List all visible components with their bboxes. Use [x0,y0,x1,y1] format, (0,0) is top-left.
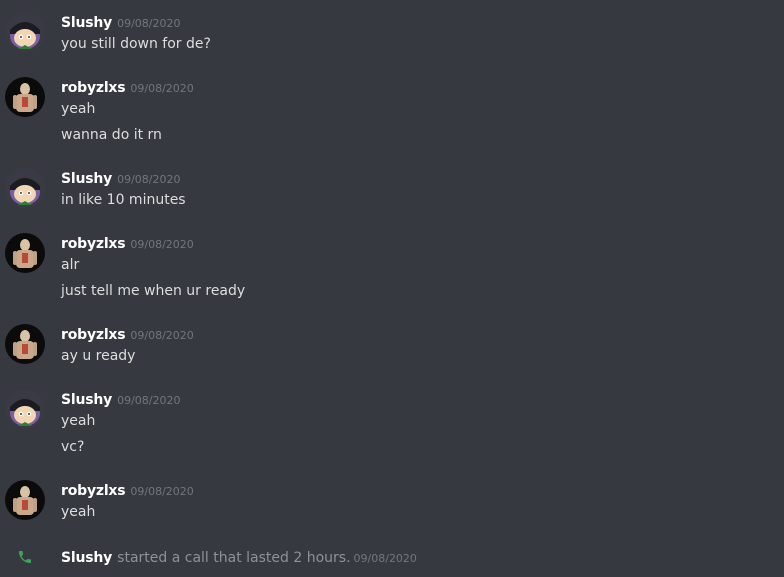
slushy-avatar[interactable] [5,389,45,429]
message-timestamp[interactable]: 09/08/2020 [117,17,180,30]
slushy-avatar-image [5,12,45,52]
username[interactable]: robyzlxs [61,327,126,343]
robyzlxs-avatar[interactable] [5,480,45,520]
message-header: Slushy 09/08/2020 [61,11,180,35]
message-header: Slushy 09/08/2020 [61,388,180,412]
message-header: robyzlxs 09/08/2020 [61,76,194,100]
message-text: just tell me when ur ready [61,283,246,299]
message-text: ay u ready [61,348,136,364]
message-text: yeah [61,101,96,117]
username[interactable]: Slushy [61,392,112,408]
username[interactable]: Slushy [61,550,112,566]
message-timestamp[interactable]: 09/08/2020 [130,238,193,251]
slushy-avatar-image [5,168,45,208]
message-text: in like 10 minutes [61,192,186,208]
username[interactable]: Slushy [61,171,112,187]
message-text: you still down for de? [61,36,211,52]
message-timestamp[interactable]: 09/08/2020 [130,329,193,342]
chat-messages-area[interactable]: Slushy 09/08/2020 you still down for de? … [0,0,784,577]
message-header: robyzlxs 09/08/2020 [61,323,194,347]
robyzlxs-avatar-image [5,77,45,117]
robyzlxs-avatar[interactable] [5,233,45,273]
slushy-avatar-image [5,389,45,429]
robyzlxs-avatar[interactable] [5,77,45,117]
message-header: robyzlxs 09/08/2020 [61,232,194,256]
message-timestamp[interactable]: 09/08/2020 [117,173,180,186]
slushy-avatar[interactable] [5,168,45,208]
username[interactable]: robyzlxs [61,80,126,96]
message-timestamp[interactable]: 09/08/2020 [130,82,193,95]
message-timestamp[interactable]: 09/08/2020 [130,485,193,498]
call-system-text: Slushy started a call that lasted 2 hour… [61,546,417,570]
message-timestamp[interactable]: 09/08/2020 [117,394,180,407]
username[interactable]: Slushy [61,15,112,31]
call-description: started a call that lasted 2 hours. [117,550,351,566]
message-header: robyzlxs 09/08/2020 [61,479,194,503]
message-text: vc? [61,439,85,455]
message-timestamp[interactable]: 09/08/2020 [354,552,417,565]
message-text: wanna do it rn [61,127,162,143]
message-text: yeah [61,413,96,429]
username[interactable]: robyzlxs [61,236,126,252]
message-header: Slushy 09/08/2020 [61,167,180,191]
message-text: alr [61,257,80,273]
robyzlxs-avatar-image [5,233,45,273]
slushy-avatar[interactable] [5,12,45,52]
robyzlxs-avatar-image [5,480,45,520]
phone-icon [17,549,33,565]
robyzlxs-avatar[interactable] [5,324,45,364]
message-text: yeah [61,504,96,520]
username[interactable]: robyzlxs [61,483,126,499]
robyzlxs-avatar-image [5,324,45,364]
